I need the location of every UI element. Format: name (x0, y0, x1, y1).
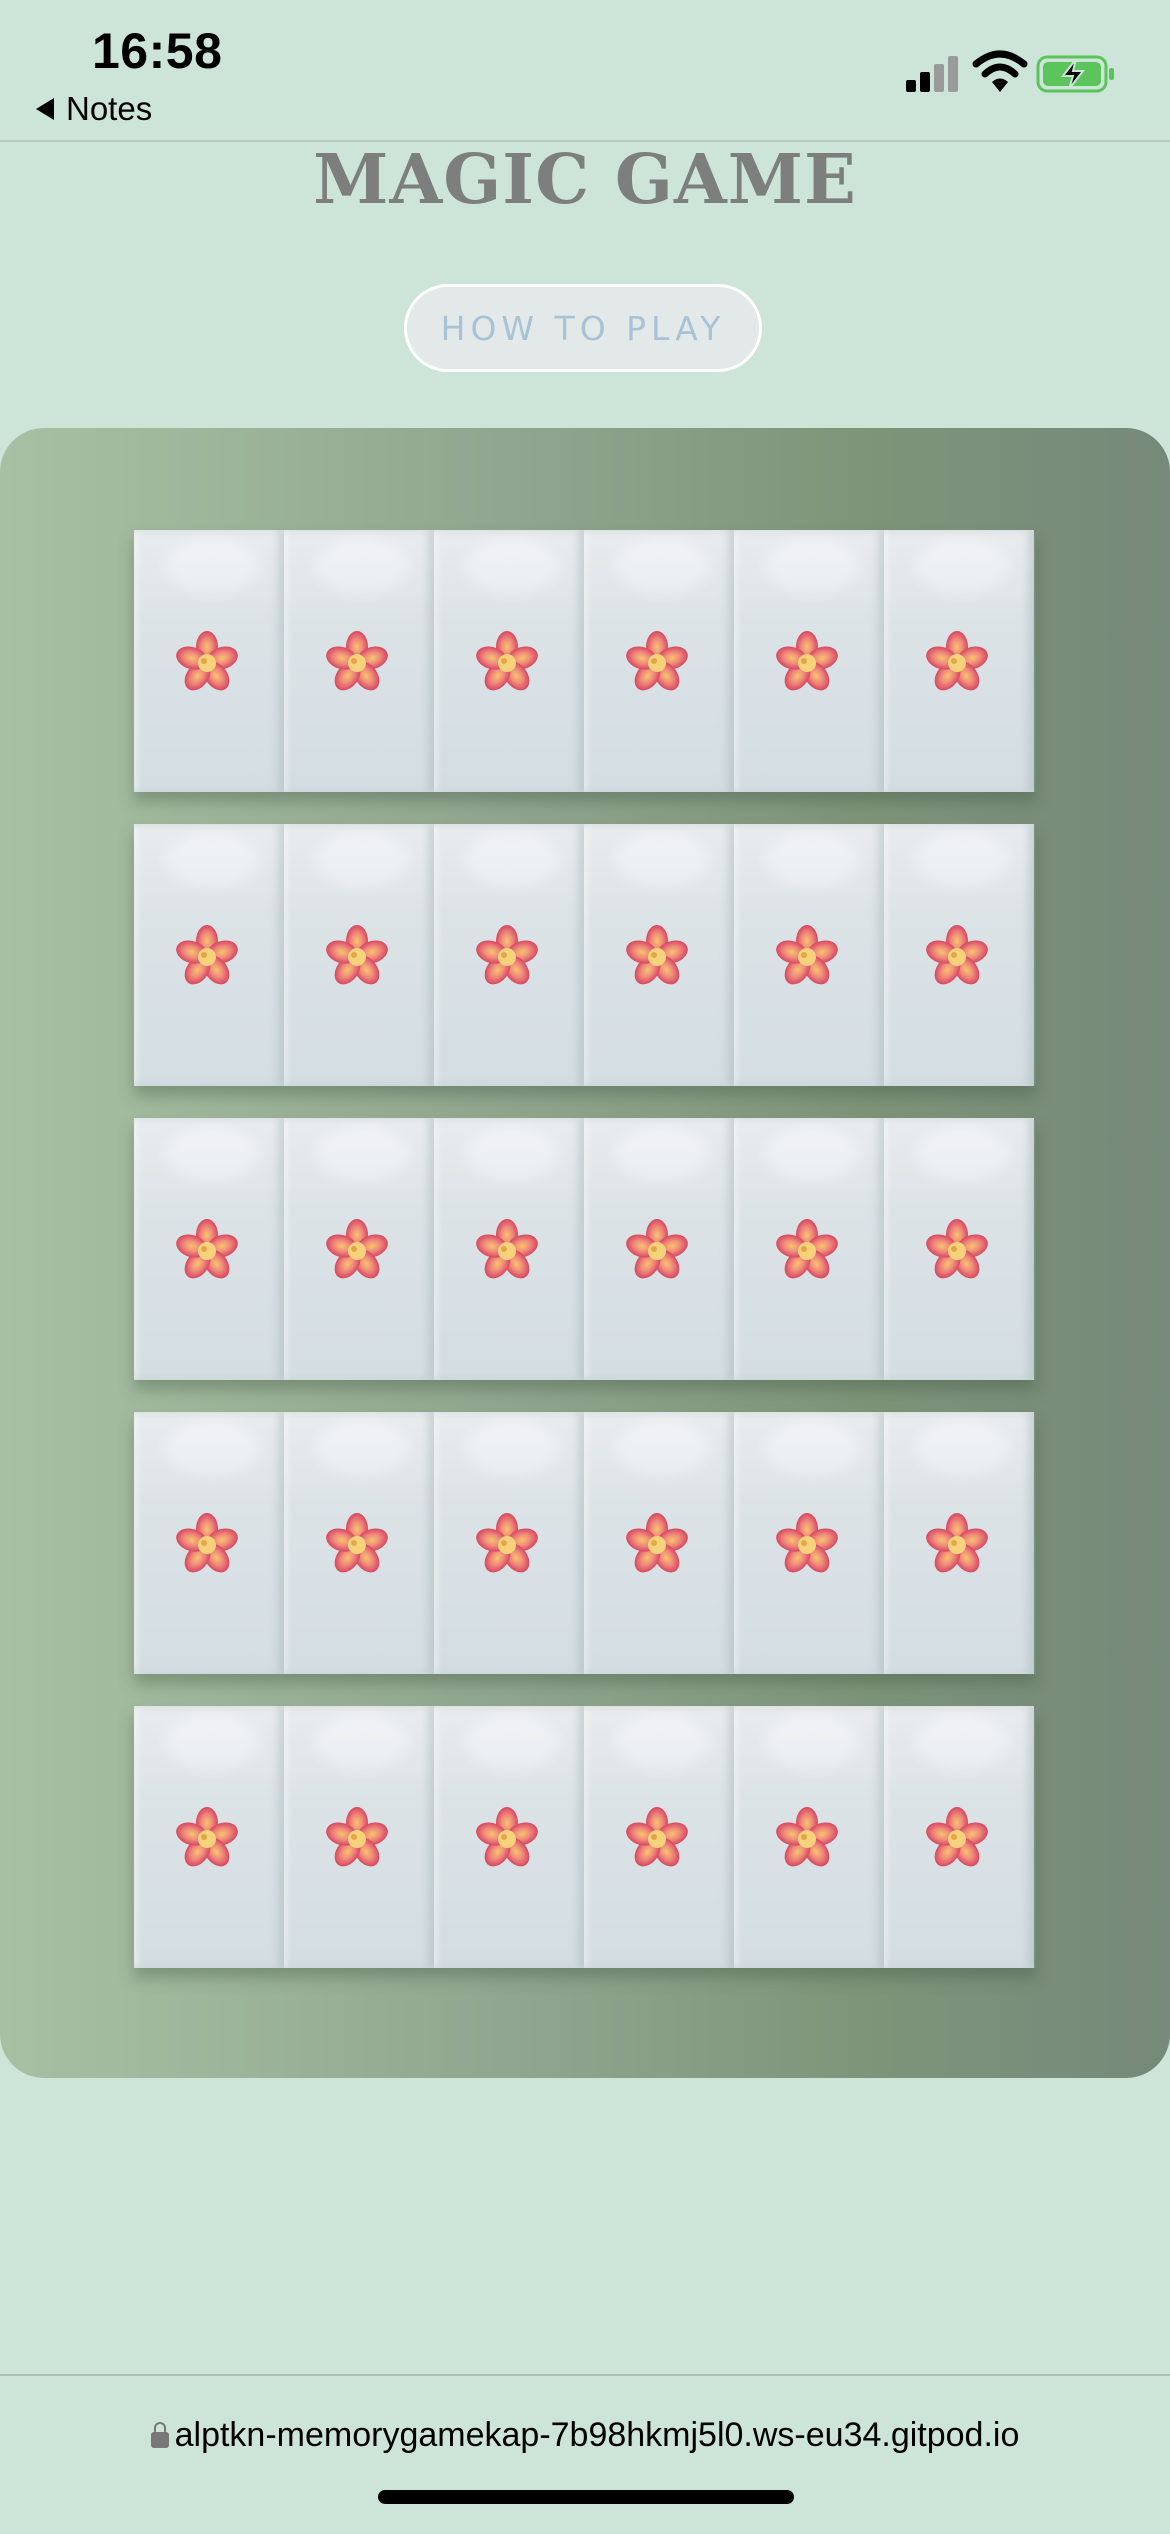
memory-card[interactable] (584, 530, 734, 792)
card-row (134, 1412, 1036, 1674)
back-label: Notes (66, 90, 153, 127)
memory-card[interactable] (434, 1118, 584, 1380)
memory-card[interactable] (884, 530, 1034, 792)
flower-icon (476, 924, 538, 990)
flower-icon (326, 1512, 388, 1578)
memory-card[interactable] (734, 824, 884, 1086)
memory-card[interactable] (884, 1412, 1034, 1674)
flower-icon (326, 630, 388, 696)
lock-icon (150, 2422, 169, 2448)
status-bar: 16:58 Notes (0, 0, 1170, 142)
memory-card[interactable] (134, 1412, 284, 1674)
memory-card[interactable] (434, 1412, 584, 1674)
flower-icon (326, 1218, 388, 1284)
back-arrow-icon (36, 98, 54, 120)
status-time: 16:58 (92, 23, 223, 79)
memory-card[interactable] (734, 1412, 884, 1674)
flower-icon (926, 1512, 988, 1578)
flower-icon (926, 630, 988, 696)
memory-card[interactable] (284, 824, 434, 1086)
flower-icon (176, 1512, 238, 1578)
memory-card[interactable] (884, 1706, 1034, 1968)
flower-icon (626, 1512, 688, 1578)
flower-icon (776, 1512, 838, 1578)
memory-card[interactable] (434, 824, 584, 1086)
memory-card[interactable] (134, 530, 284, 792)
memory-card[interactable] (134, 1706, 284, 1968)
memory-card[interactable] (284, 1412, 434, 1674)
memory-card[interactable] (734, 1118, 884, 1380)
flower-icon (776, 924, 838, 990)
card-row (134, 1706, 1036, 1968)
how-to-play-button[interactable]: HOW TO PLAY (404, 284, 762, 372)
flower-icon (776, 1218, 838, 1284)
home-indicator[interactable] (378, 2490, 794, 2504)
memory-card[interactable] (134, 1118, 284, 1380)
memory-card[interactable] (584, 1412, 734, 1674)
memory-card[interactable] (284, 1118, 434, 1380)
wifi-icon (972, 50, 1028, 92)
memory-card[interactable] (134, 824, 284, 1086)
memory-card[interactable] (584, 1706, 734, 1968)
flower-icon (776, 1806, 838, 1872)
flower-icon (326, 924, 388, 990)
game-title: MAGIC GAME (313, 140, 857, 220)
memory-card[interactable] (434, 530, 584, 792)
flower-icon (776, 630, 838, 696)
memory-card[interactable] (584, 1118, 734, 1380)
flower-icon (176, 630, 238, 696)
flower-icon (626, 630, 688, 696)
flower-icon (176, 1218, 238, 1284)
battery-charging-icon (1036, 55, 1114, 93)
flower-icon (176, 1806, 238, 1872)
flower-icon (926, 924, 988, 990)
back-to-notes-link[interactable]: Notes (36, 90, 152, 128)
flower-icon (626, 1218, 688, 1284)
flower-icon (926, 1806, 988, 1872)
url-display[interactable]: alptkn-memorygamekap-7b98hkmj5l0.ws-eu34… (0, 2416, 1170, 2455)
browser-address-bar[interactable]: alptkn-memorygamekap-7b98hkmj5l0.ws-eu34… (0, 2374, 1170, 2534)
cellular-signal-icon (906, 56, 960, 92)
memory-card[interactable] (884, 824, 1034, 1086)
card-row (134, 824, 1036, 1086)
card-row (134, 1118, 1036, 1380)
flower-icon (176, 924, 238, 990)
flower-icon (626, 924, 688, 990)
card-row (134, 530, 1036, 792)
card-grid (134, 530, 1036, 2000)
flower-icon (626, 1806, 688, 1872)
flower-icon (476, 630, 538, 696)
game-board (0, 428, 1170, 2078)
url-text: alptkn-memorygamekap-7b98hkmj5l0.ws-eu34… (174, 2416, 1020, 2454)
memory-card[interactable] (884, 1118, 1034, 1380)
memory-card[interactable] (284, 530, 434, 792)
flower-icon (476, 1806, 538, 1872)
memory-card[interactable] (734, 1706, 884, 1968)
memory-card[interactable] (584, 824, 734, 1086)
flower-icon (926, 1218, 988, 1284)
flower-icon (326, 1806, 388, 1872)
memory-card[interactable] (434, 1706, 584, 1968)
flower-icon (476, 1218, 538, 1284)
memory-card[interactable] (734, 530, 884, 792)
memory-card[interactable] (284, 1706, 434, 1968)
flower-icon (476, 1512, 538, 1578)
